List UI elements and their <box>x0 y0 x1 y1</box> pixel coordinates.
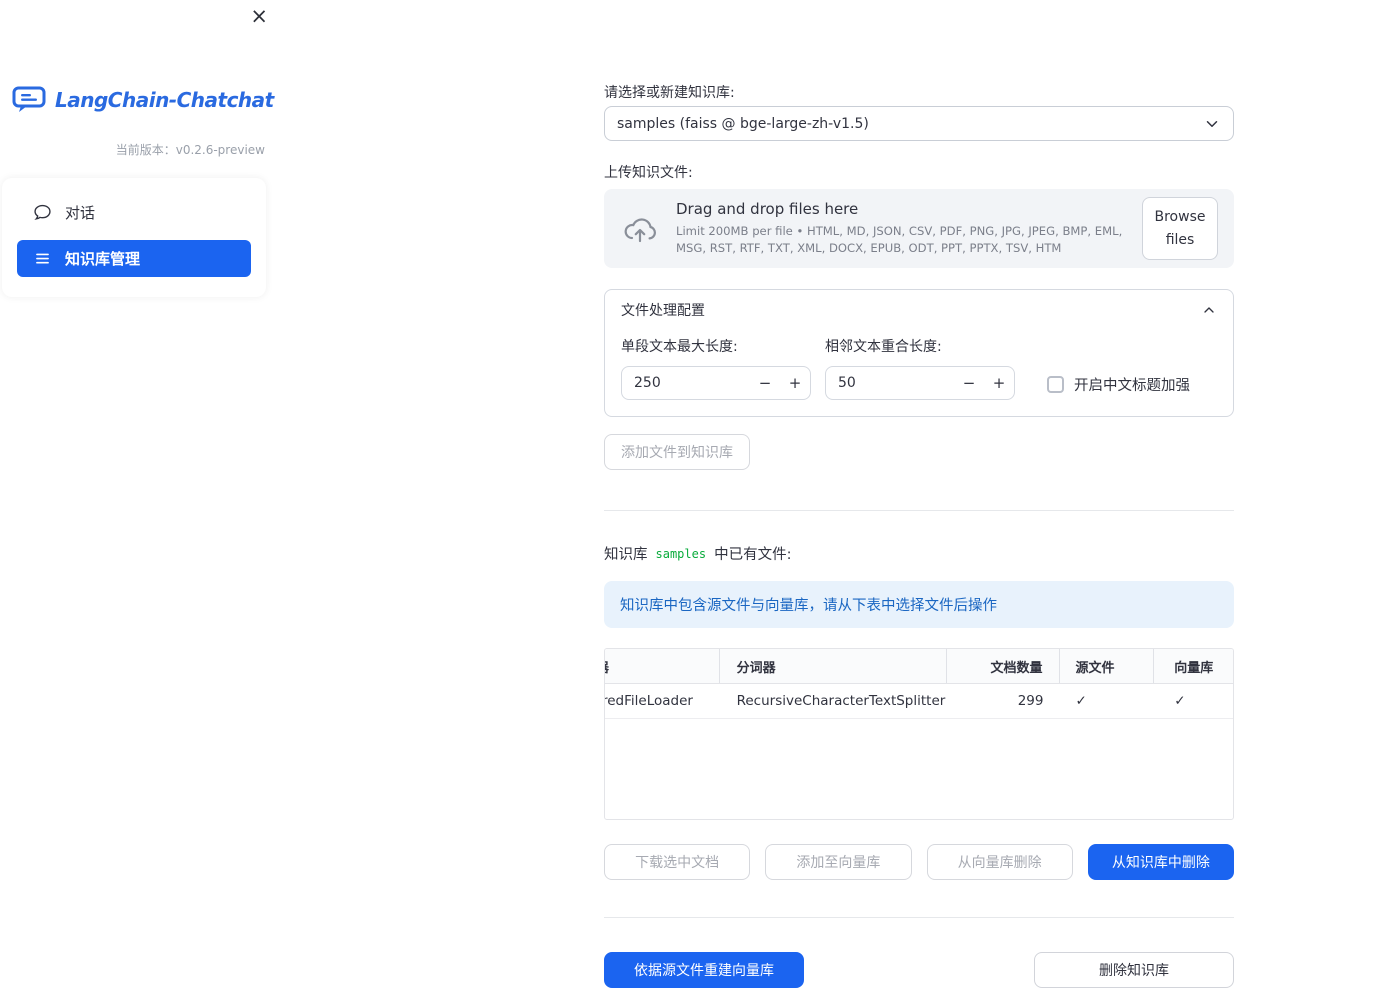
divider <box>604 510 1234 511</box>
dropzone-title: Drag and drop files here <box>676 200 859 219</box>
cell-doc-count: 299 <box>1017 693 1044 709</box>
overlap-plus-button[interactable]: + <box>984 367 1014 399</box>
sidebar-item-kb-management[interactable]: 知识库管理 <box>17 240 251 277</box>
sidebar-menu: 对话 知识库管理 <box>2 178 266 297</box>
version-text: 当前版本：v0.2.6-preview <box>115 143 265 157</box>
download-selected-button[interactable]: 下载选中文档 <box>604 844 751 880</box>
app-root: × LangChain-Chatchat 当前版本：v0.2.6-preview <box>0 0 1380 1002</box>
delete-kb-button[interactable]: 删除知识库 <box>1034 952 1234 988</box>
logo-text: LangChain-Chatchat <box>55 87 274 112</box>
kb-bottom-actions: 依据源文件重建向量库 删除知识库 <box>604 952 1234 988</box>
expander-title: 文件处理配置 <box>621 303 705 319</box>
divider <box>604 917 1234 918</box>
chat-icon <box>33 204 51 221</box>
rebuild-vector-store-button[interactable]: 依据源文件重建向量库 <box>604 952 804 988</box>
overlap-minus-button[interactable]: − <box>954 367 984 399</box>
menu-item-label: 知识库管理 <box>65 250 141 268</box>
expander-body: 单段文本最大长度: 250 − + 相邻文本重合长度: 50 − + 开启中文标… <box>605 330 1233 416</box>
kb-line-prefix: 知识库 <box>604 547 648 563</box>
info-banner: 知识库中包含源文件与向量库，请从下表中选择文件后操作 <box>604 581 1234 628</box>
logo: LangChain-Chatchat <box>0 86 280 113</box>
sidebar: × LangChain-Chatchat 当前版本：v0.2.6-preview <box>0 0 280 1002</box>
overlap-value: 50 <box>838 375 856 391</box>
kb-name-code: samples <box>655 546 707 561</box>
kb-select-value: samples (faiss @ bge-large-zh-v1.5) <box>617 115 869 132</box>
col-header-source-file[interactable]: 源文件 <box>1060 649 1155 683</box>
max-length-group: 单段文本最大长度: 250 − + <box>621 336 811 400</box>
file-dropzone[interactable]: Drag and drop files here Limit 200MB per… <box>604 189 1234 268</box>
chevron-down-icon <box>1203 115 1221 133</box>
overlap-input[interactable]: 50 − + <box>825 366 1015 400</box>
kb-files-line: 知识库 samples 中已有文件: <box>604 543 1234 564</box>
add-files-button[interactable]: 添加文件到知识库 <box>604 434 750 470</box>
dropzone-limit: Limit 200MB per file • HTML, MD, JSON, C… <box>676 224 1123 255</box>
col-header-doc-count[interactable]: 文档数量 <box>947 649 1060 683</box>
checkbox-icon <box>1047 376 1064 393</box>
overlap-label: 相邻文本重合长度: <box>825 339 942 355</box>
add-to-vector-store-button[interactable]: 添加至向量库 <box>765 844 912 880</box>
main-content: 请选择或新建知识库: samples (faiss @ bge-large-zh… <box>604 0 1234 988</box>
upload-cloud-icon <box>620 214 660 244</box>
cell-splitter: RecursiveCharacterTextSplitter <box>736 693 946 709</box>
cell-vector-store-check: ✓ <box>1174 693 1186 709</box>
overlap-group: 相邻文本重合长度: 50 − + <box>825 336 1015 400</box>
col-header-vector-store[interactable]: 向量库 <box>1154 649 1233 683</box>
delete-from-vector-store-button[interactable]: 从向量库删除 <box>926 844 1073 880</box>
max-length-minus-button[interactable]: − <box>750 367 780 399</box>
max-length-value: 250 <box>634 375 661 391</box>
list-icon <box>33 250 51 267</box>
table-header-row: 器 分词器 文档数量 源文件 向量库 <box>605 649 1233 684</box>
expander-header[interactable]: 文件处理配置 <box>605 290 1233 330</box>
max-length-plus-button[interactable]: + <box>780 367 810 399</box>
table-row[interactable]: redFileLoader RecursiveCharacterTextSpli… <box>605 684 1233 719</box>
upload-label: 上传知识文件: <box>604 165 693 181</box>
sidebar-close-button[interactable]: × <box>250 6 268 27</box>
max-length-label: 单段文本最大长度: <box>621 339 738 355</box>
menu-item-label: 对话 <box>65 204 96 222</box>
max-length-input[interactable]: 250 − + <box>621 366 811 400</box>
close-icon: × <box>250 4 268 28</box>
file-config-expander: 文件处理配置 单段文本最大长度: 250 − + 相邻文本重合长度: 50 − … <box>604 289 1234 417</box>
checkbox-label: 开启中文标题加强 <box>1074 378 1190 394</box>
browse-files-button[interactable]: Browse files <box>1142 197 1218 260</box>
col-header-splitter[interactable]: 分词器 <box>720 649 947 683</box>
zh-title-checkbox[interactable]: 开启中文标题加强 <box>1047 374 1190 395</box>
table-action-buttons: 下载选中文档 添加至向量库 从向量库删除 从知识库中删除 <box>604 844 1234 880</box>
chevron-up-icon <box>1201 302 1217 318</box>
kb-select[interactable]: samples (faiss @ bge-large-zh-v1.5) <box>604 106 1234 141</box>
delete-from-kb-button[interactable]: 从知识库中删除 <box>1087 844 1234 880</box>
cell-source-file-check: ✓ <box>1075 693 1087 709</box>
dropzone-text: Drag and drop files here Limit 200MB per… <box>676 200 1126 257</box>
col-header-loader[interactable]: 器 <box>605 649 720 683</box>
cell-loader: redFileLoader <box>605 693 693 709</box>
logo-icon <box>12 86 46 113</box>
files-table[interactable]: 器 分词器 文档数量 源文件 向量库 redFileLoader Recursi… <box>604 648 1234 820</box>
kb-line-suffix: 中已有文件: <box>714 547 792 563</box>
sidebar-item-dialogue[interactable]: 对话 <box>17 194 251 231</box>
kb-select-label: 请选择或新建知识库: <box>604 85 735 101</box>
